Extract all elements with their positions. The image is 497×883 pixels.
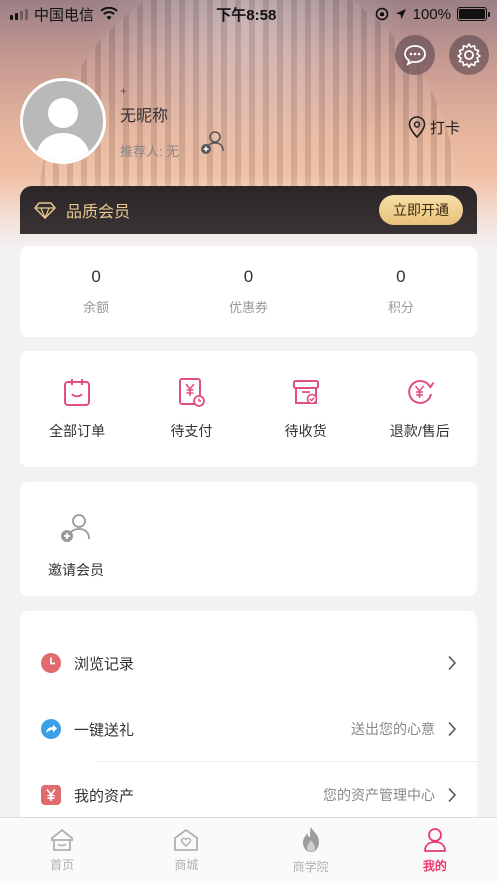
battery-percent: 100% [412,5,451,23]
order-pending-payment[interactable]: 待支付 [134,351,248,467]
chat-bubble-icon [404,45,426,66]
add-user-icon [61,514,90,542]
location-arrow-icon [395,9,406,19]
invite-member-button[interactable]: 邀请会员 [48,512,104,580]
chevron-right-icon [448,721,457,737]
order-label: 待支付 [170,423,213,439]
wifi-icon [100,7,118,20]
tab-mine[interactable]: 我的 [373,818,497,883]
status-time: 下午8:58 [216,6,277,24]
order-label: 待收货 [284,423,327,439]
menu-item-send-gift[interactable]: 一键送礼 送出您的心意 [20,696,477,762]
tab-academy[interactable]: 商学院 [249,818,373,883]
order-label: 全部订单 [49,423,106,439]
menu-item-hint: 您的资产管理中心 [323,787,435,803]
nickname[interactable]: 无昵称 [120,102,168,126]
tab-label: 首页 [50,858,75,872]
default-avatar-icon [23,81,103,161]
orders-card: 全部订单 待支付 待收货 退款/售后 [20,351,477,467]
stat-value: 0 [396,267,406,286]
account-stats-card: 0 余额 0 优惠券 0 积分 [20,246,477,337]
tab-label: 商城 [174,858,199,872]
refund-icon [408,380,435,404]
gear-icon [457,43,481,68]
tools-card: 邀请会员 [20,482,477,596]
stat-value: 0 [243,267,254,286]
plus-mark: + [120,84,128,98]
vip-membership-bar[interactable]: 品质会员 立即开通 [20,186,477,234]
rotation-lock-icon [375,7,388,21]
status-left: 中国电信 [10,4,118,25]
clipboard-icon [64,379,91,406]
avatar[interactable] [20,78,106,164]
yuan-bill-icon [179,378,206,407]
stat-label: 积分 [387,300,414,315]
battery-icon [456,7,490,21]
stat-label: 余额 [83,300,110,315]
tab-home[interactable]: 首页 [0,818,124,883]
menu-item-title: 浏览记录 [74,655,135,673]
add-user-icon[interactable] [199,130,227,156]
order-label: 退款/售后 [389,423,450,439]
yuan-icon [41,785,61,805]
tab-label: 商学院 [292,860,329,874]
order-all[interactable]: 全部订单 [20,351,134,467]
person-icon [423,828,446,852]
shop-icon [174,829,199,851]
menu-item-title: 一键送礼 [74,721,135,739]
checkin-button[interactable]: 打卡 [408,116,460,138]
bottom-tab-bar: 首页 商城 商学院 我的 [0,817,497,883]
diamond-icon [34,202,56,219]
checkin-label: 打卡 [430,119,461,137]
vip-label: 品质会员 [66,204,131,221]
stat-coupons[interactable]: 0 优惠券 [172,246,324,337]
status-right: 100% [375,5,490,23]
clock-icon [41,653,61,673]
status-bar: 中国电信 下午8:58 100% [0,0,497,28]
chevron-right-icon [448,655,457,671]
menu-item-hint: 送出您的心意 [351,721,435,737]
menu-list: 浏览记录 一键送礼 送出您的心意 我的资产 您的资产管理中心 [20,611,477,831]
stat-value: 0 [91,267,101,286]
flame-icon [302,827,319,852]
stat-points[interactable]: 0 积分 [325,246,477,337]
carrier-label: 中国电信 [34,6,95,24]
share-arrow-icon [41,719,61,739]
menu-item-title: 我的资产 [74,787,135,805]
location-pin-icon [408,116,426,138]
signal-icon [10,8,28,20]
menu-item-browse-history[interactable]: 浏览记录 [20,630,477,696]
activate-vip-button[interactable]: 立即开通 [379,195,463,225]
tab-label: 我的 [422,859,447,873]
message-button[interactable] [395,35,435,75]
settings-button[interactable] [449,35,489,75]
home-icon [50,828,74,851]
box-icon [292,380,319,405]
tab-shop[interactable]: 商城 [124,818,248,883]
stat-balance[interactable]: 0 余额 [20,246,172,337]
invite-member-label: 邀请会员 [48,562,104,578]
order-refund[interactable]: 退款/售后 [363,351,477,467]
recommender-label: 推荐人: 无 [120,144,180,159]
stat-label: 优惠券 [228,300,268,315]
order-pending-receipt[interactable]: 待收货 [249,351,363,467]
chevron-right-icon [448,787,457,803]
